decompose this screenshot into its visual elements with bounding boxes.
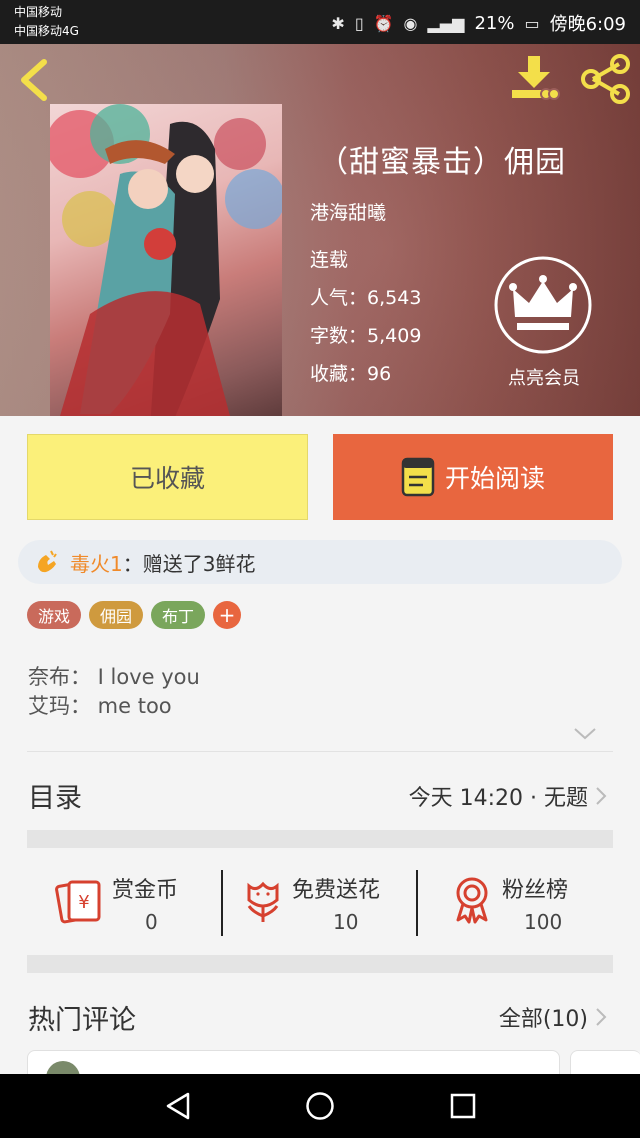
reward-coins-button[interactable]: ¥ 赏金币 0 <box>55 866 205 938</box>
section-separator <box>27 830 613 848</box>
stat-label: 字数： <box>310 325 368 347</box>
all-comments-label: 全部(10) <box>498 1007 588 1032</box>
status-bar: 中国移动 中国移动4G ✱ ▯ ⏰ ◉ ▂▄▆ 21% ▭ 傍晚6:09 <box>0 0 640 44</box>
all-comments-button[interactable]: 全部(10) <box>499 1001 608 1033</box>
bluetooth-icon: ✱ <box>331 13 345 33</box>
chevron-right-icon <box>596 1008 607 1026</box>
stat-label: 收藏： <box>310 363 368 385</box>
comment-card[interactable] <box>570 1050 640 1076</box>
alarm-icon: ⏰ <box>373 13 394 33</box>
fan-ranking-value: 100 <box>524 910 563 934</box>
nav-back-icon[interactable] <box>164 1091 192 1121</box>
divider <box>27 751 613 752</box>
clock: 傍晚6:09 <box>549 14 626 35</box>
download-icon <box>512 56 560 100</box>
book-status: 连载 <box>310 249 349 271</box>
vip-button[interactable] <box>493 255 593 355</box>
tag-yongyuan[interactable]: 佣园 <box>89 601 143 629</box>
ribbon-badge-icon <box>456 877 488 924</box>
flower-icon <box>247 881 279 922</box>
chevron-down-icon <box>574 728 596 740</box>
popularity-stat: 人气：6,543 <box>310 283 421 310</box>
catalog-title: 目录 <box>28 783 82 814</box>
share-icon <box>581 54 630 104</box>
download-button[interactable] <box>506 54 562 102</box>
nav-home-icon[interactable] <box>305 1091 335 1121</box>
signal-icon: ▂▄▆ <box>427 13 465 33</box>
eye-icon: ◉ <box>403 13 418 33</box>
red-envelope-icon: ¥ <box>55 880 101 924</box>
battery-icon: ▭ <box>524 13 540 33</box>
chevron-right-icon <box>596 787 607 805</box>
start-reading-button[interactable]: 开始阅读 <box>333 434 613 520</box>
fan-ranking-button[interactable]: 粉丝榜 100 <box>452 866 602 938</box>
vertical-divider <box>416 870 418 936</box>
book-author[interactable]: 港海甜曦 <box>310 198 386 225</box>
book-title: （甜蜜暴击）佣园 <box>318 145 566 180</box>
vip-label: 点亮会员 <box>508 368 580 389</box>
expand-description-button[interactable] <box>572 725 598 743</box>
vertical-divider <box>221 870 223 936</box>
battery-percent: 21% <box>474 12 515 34</box>
catalog-latest-chapter[interactable]: 今天 14:20 · 无题 <box>409 780 608 812</box>
gift-banner[interactable]: 毒火1 ：赠送了3鲜花 <box>18 540 622 584</box>
cover-illustration <box>50 104 282 416</box>
free-flower-button[interactable]: 免费送花 10 <box>243 866 413 938</box>
latest-chapter-label: 今天 14:20 · 无题 <box>408 786 588 811</box>
fan-ranking-label: 粉丝榜 <box>502 878 569 903</box>
carrier-name: 中国移动 <box>14 5 63 19</box>
description-line: 艾玛： me too <box>28 694 172 718</box>
nav-recents-icon[interactable] <box>449 1092 477 1120</box>
gift-message: ：赠送了3鲜花 <box>122 551 256 576</box>
stat-label: 人气： <box>310 287 368 309</box>
back-chevron-icon <box>21 59 47 101</box>
stat-value: 96 <box>367 363 392 385</box>
tag-game[interactable]: 游戏 <box>27 601 81 629</box>
free-flower-value: 10 <box>333 910 359 934</box>
crown-icon <box>494 256 592 354</box>
system-nav-bar <box>0 1074 640 1138</box>
share-button[interactable] <box>580 54 632 104</box>
carrier-name-4g: 中国移动4G <box>14 24 79 38</box>
comment-card[interactable] <box>27 1050 560 1095</box>
section-separator <box>27 955 613 973</box>
stat-value: 6,543 <box>367 287 422 309</box>
back-button[interactable] <box>16 58 52 102</box>
reward-coins-value: 0 <box>145 910 158 934</box>
reward-coins-label: 赏金币 <box>112 878 179 903</box>
stat-value: 5,409 <box>367 325 422 347</box>
clap-icon <box>38 550 57 573</box>
favorites-stat: 收藏：96 <box>310 359 391 386</box>
add-tag-button[interactable]: + <box>213 601 241 629</box>
gift-sender[interactable]: 毒火1 <box>70 548 123 577</box>
svg-text:¥: ¥ <box>78 892 89 913</box>
book-cover-image[interactable] <box>50 104 282 416</box>
book-icon <box>401 457 435 497</box>
hot-comments-title: 热门评论 <box>28 1005 136 1036</box>
description-line: 奈布： I love you <box>28 665 200 689</box>
start-reading-label: 开始阅读 <box>444 464 545 493</box>
tag-buding[interactable]: 布丁 <box>151 601 205 629</box>
word-count-stat: 字数：5,409 <box>310 321 421 348</box>
free-flower-label: 免费送花 <box>292 878 381 903</box>
vibrate-icon: ▯ <box>354 13 364 33</box>
favorited-button[interactable]: 已收藏 <box>27 434 308 520</box>
